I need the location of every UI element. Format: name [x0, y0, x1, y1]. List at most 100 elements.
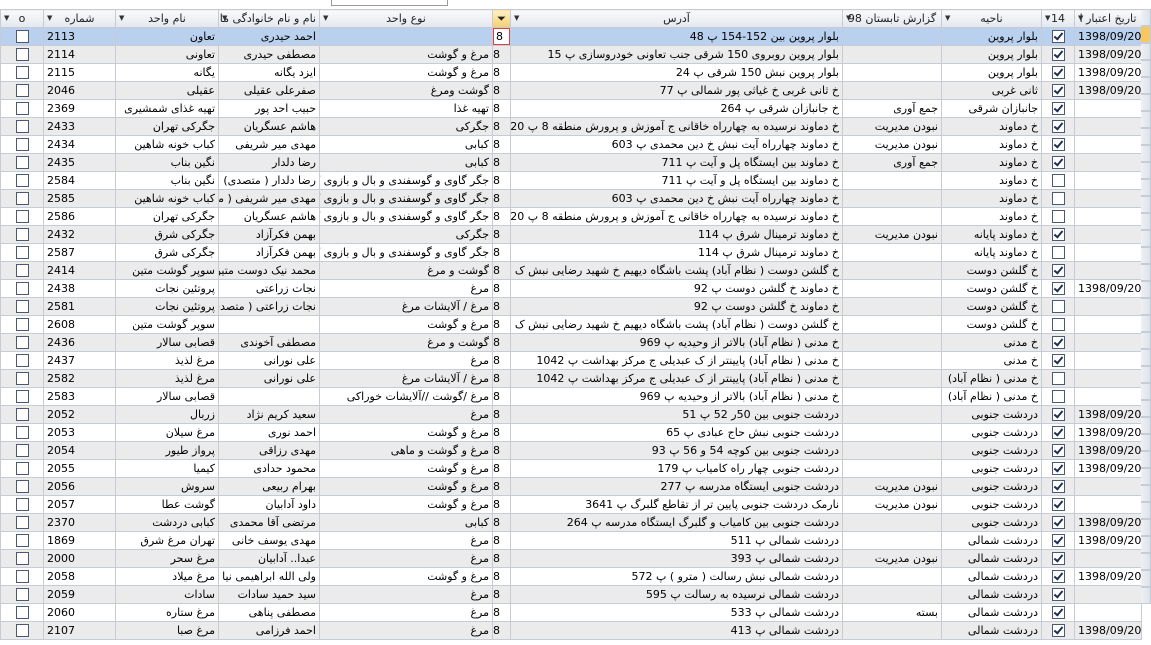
unit-name-cell[interactable]: پروتئین نجات [115, 279, 219, 298]
code-cell[interactable]: 8 [492, 621, 511, 640]
type-cell[interactable]: گوشت و مرغ [319, 261, 493, 280]
table-row[interactable]: دردشت جنوبی نبودن مدیریت نارمک دردشت جنوبی… [0, 495, 1142, 514]
type-cell[interactable]: جگرکی [319, 225, 493, 244]
report-cell[interactable]: نبودن مدیریت [842, 477, 942, 496]
address-cell[interactable]: دردشت شمالی نرسیده به رسالت پ 595 [510, 585, 843, 604]
date-cell[interactable] [1074, 171, 1142, 190]
checkbox-cell[interactable] [1041, 495, 1075, 514]
code-cell[interactable]: 8 [492, 405, 511, 424]
type-cell[interactable]: مرغ [319, 531, 493, 550]
report-cell[interactable] [842, 531, 942, 550]
report-cell[interactable]: بسته [842, 603, 942, 622]
checkbox-cell[interactable] [1041, 621, 1075, 640]
region-cell[interactable]: دردشت شمالی [941, 549, 1042, 568]
report-cell[interactable] [842, 63, 942, 82]
last-checkbox-cell[interactable] [0, 423, 44, 442]
report-cell[interactable] [842, 459, 942, 478]
checkbox[interactable] [15, 516, 29, 530]
type-cell[interactable]: مرغ [319, 621, 493, 640]
owner-cell[interactable]: مهدی میر شریفی ( متصدی) [218, 189, 320, 208]
number-cell[interactable]: 2608 [43, 315, 116, 334]
record-selector[interactable] [1141, 315, 1151, 332]
last-checkbox-cell[interactable] [0, 81, 44, 100]
last-checkbox-cell[interactable] [0, 351, 44, 370]
date-cell[interactable]: 1398/09/20 [1074, 45, 1142, 64]
record-selector[interactable] [1141, 332, 1151, 349]
report-cell[interactable] [842, 189, 942, 208]
code-cell[interactable]: 8 [492, 243, 511, 262]
type-cell[interactable]: کبابی [319, 135, 493, 154]
last-checkbox-cell[interactable] [0, 495, 44, 514]
sort-arrow-icon[interactable]: ▼ [514, 14, 519, 22]
code-cell[interactable]: 8 [492, 135, 511, 154]
type-cell[interactable]: مرغ و گوشت [319, 567, 493, 586]
number-cell[interactable]: 2435 [43, 153, 116, 172]
record-selector[interactable] [1141, 128, 1151, 145]
number-cell[interactable]: 2053 [43, 423, 116, 442]
report-cell[interactable] [842, 45, 942, 64]
record-selector[interactable] [1141, 553, 1151, 570]
date-cell[interactable] [1074, 135, 1142, 154]
checkbox-cell[interactable] [1041, 243, 1075, 262]
checkbox-cell[interactable] [1041, 477, 1075, 496]
record-selector[interactable] [1141, 451, 1151, 468]
report-cell[interactable] [842, 441, 942, 460]
address-cell[interactable]: خ دماوند ترمینال شرق پ 114 [510, 243, 843, 262]
code-cell[interactable]: 8 [492, 477, 511, 496]
number-cell[interactable]: 2046 [43, 81, 116, 100]
unit-name-cell[interactable]: جگرکی تهران [115, 117, 219, 136]
checkbox-cell[interactable] [1041, 351, 1075, 370]
checkbox-cell[interactable] [1041, 405, 1075, 424]
number-cell[interactable]: 2583 [43, 387, 116, 406]
code-cell[interactable]: 8 [492, 279, 511, 298]
table-row[interactable]: 1398/09/20 دردشت جنوبی دردشت جنوبی بین 50ر… [0, 405, 1142, 424]
owner-cell[interactable] [218, 387, 320, 406]
date-cell[interactable]: 1398/09/20 [1074, 531, 1142, 550]
number-cell[interactable]: 2434 [43, 135, 116, 154]
date-cell[interactable] [1074, 495, 1142, 514]
record-selector[interactable] [1141, 196, 1151, 213]
number-cell[interactable]: 2000 [43, 549, 116, 568]
record-selector[interactable] [1141, 587, 1151, 604]
table-row[interactable]: خ دماوند خ دماوند بین ایستگاه پل و آیت پ … [0, 171, 1142, 190]
report-cell[interactable] [842, 27, 942, 46]
date-cell[interactable]: 1398/09/20 [1074, 81, 1142, 100]
record-selector[interactable] [1141, 570, 1151, 587]
unit-name-cell[interactable]: تعاونی [115, 45, 219, 64]
table-row[interactable]: خ مدنی خ مدنی ( نظام آباد) بالاتر از وحید… [0, 333, 1142, 352]
owner-cell[interactable]: داود آدابیان [218, 495, 320, 514]
unit-name-cell[interactable]: سادات [115, 585, 219, 604]
region-cell[interactable]: خ گلشن دوست [941, 315, 1042, 334]
record-selector[interactable] [1141, 230, 1151, 247]
last-checkbox-cell[interactable] [0, 225, 44, 244]
type-cell[interactable]: کبابی [319, 513, 493, 532]
date-cell[interactable] [1074, 243, 1142, 262]
region-cell[interactable]: دردشت شمالی [941, 567, 1042, 586]
table-row[interactable]: خ دماوند پایانه خ دماوند ترمینال شرق پ 11… [0, 243, 1142, 262]
owner-cell[interactable]: سعید کریم نژاد [218, 405, 320, 424]
address-cell[interactable]: خ مدنی ( نظام آباد) بالاتر از وحیدیه پ 9… [510, 387, 843, 406]
type-cell[interactable]: مرغ [319, 585, 493, 604]
checkbox[interactable] [1051, 300, 1065, 314]
last-checkbox-cell[interactable] [0, 585, 44, 604]
address-cell[interactable]: دردشت شمالی نبش رسالت ( مترو ) پ 572 [510, 567, 843, 586]
last-checkbox-cell[interactable] [0, 297, 44, 316]
report-cell[interactable] [842, 513, 942, 532]
checkbox[interactable] [1051, 66, 1065, 80]
owner-cell[interactable]: احمد فرزامی [218, 621, 320, 640]
region-cell[interactable]: جانبازان شرقی [941, 99, 1042, 118]
number-cell[interactable]: 2107 [43, 621, 116, 640]
owner-cell[interactable]: سید حمید سادات [218, 585, 320, 604]
code-cell[interactable]: 8 [492, 99, 511, 118]
checkbox-cell[interactable] [1041, 117, 1075, 136]
type-cell[interactable]: مرغ و گوشت [319, 477, 493, 496]
number-cell[interactable]: 2586 [43, 207, 116, 226]
checkbox[interactable] [15, 588, 29, 602]
date-cell[interactable] [1074, 153, 1142, 172]
number-cell[interactable]: 2581 [43, 297, 116, 316]
region-cell[interactable]: خ مدنی ( نظام آباد) [941, 387, 1042, 406]
checkbox[interactable] [1051, 354, 1065, 368]
type-cell[interactable]: مرغ / آلایشات مرغ [319, 369, 493, 388]
report-cell[interactable] [842, 243, 942, 262]
address-cell[interactable]: بلوار پروین بین 152-154 پ 48 [510, 27, 843, 46]
